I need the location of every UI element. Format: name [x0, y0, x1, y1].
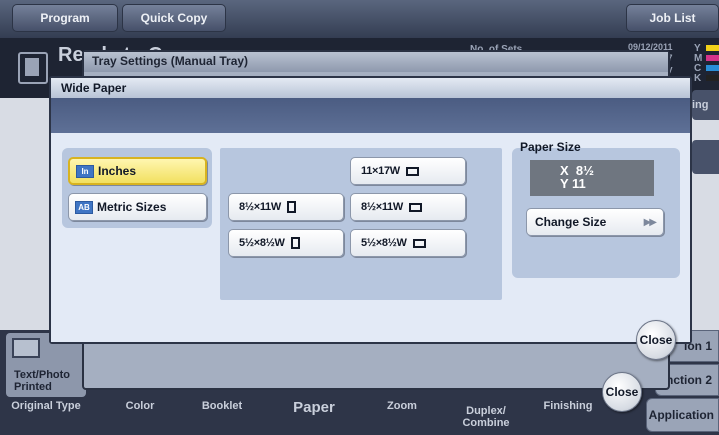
- program-button[interactable]: Program: [12, 4, 118, 32]
- metric-sizes-icon: AB: [75, 200, 93, 214]
- size-label: 5½×8½W: [239, 237, 285, 249]
- size-5-5x8-5w-portrait-button[interactable]: 5½×8½W: [228, 229, 344, 257]
- text-photo-icon: [12, 338, 40, 358]
- inches-icon: In: [76, 164, 94, 178]
- wide-paper-title: Wide Paper: [51, 78, 690, 98]
- paper-size-label: Paper Size: [520, 140, 581, 154]
- side-button-2[interactable]: [692, 140, 719, 174]
- toner-bar-m: [706, 55, 719, 61]
- landscape-icon: [405, 166, 419, 176]
- tab-booklet[interactable]: Booklet: [182, 400, 262, 435]
- portrait-icon: [286, 201, 296, 213]
- job-list-button[interactable]: Job List: [626, 4, 719, 32]
- inches-button[interactable]: In Inches: [68, 157, 207, 185]
- tray-settings-title: Tray Settings (Manual Tray): [84, 52, 668, 72]
- wide-paper-close-button[interactable]: Close: [636, 320, 676, 360]
- size-label: 8½×11W: [361, 201, 403, 213]
- side-setting-button[interactable]: ing: [692, 90, 719, 120]
- size-5-5x8-5w-landscape-button[interactable]: 5½×8½W: [350, 229, 466, 257]
- size-8-5x11w-landscape-button[interactable]: 8½×11W: [350, 193, 466, 221]
- toner-bar-k: [706, 75, 719, 81]
- toner-bar-y: [706, 45, 719, 51]
- portrait-icon: [290, 237, 300, 249]
- change-size-label: Change Size: [535, 215, 607, 229]
- tab-paper[interactable]: Paper: [274, 399, 354, 434]
- landscape-icon: [412, 238, 426, 248]
- tab-zoom[interactable]: Zoom: [362, 400, 442, 435]
- toner-labels: Y M C K: [694, 43, 703, 84]
- metric-sizes-button[interactable]: AB Metric Sizes: [68, 193, 207, 221]
- double-arrow-right-icon: ▶▶: [643, 216, 657, 228]
- change-size-button[interactable]: Change Size ▶▶: [526, 208, 664, 236]
- original-type-value: Text/Photo Printed: [14, 369, 71, 393]
- tab-original-type[interactable]: Original Type: [6, 400, 86, 435]
- toner-bar-c: [706, 65, 719, 71]
- document-icon: [18, 52, 48, 84]
- tray-settings-close-button[interactable]: Close: [602, 372, 642, 412]
- size-label: 8½×11W: [239, 201, 281, 213]
- metric-sizes-label: Metric Sizes: [97, 200, 167, 214]
- size-11x17w-landscape-button[interactable]: 11×17W: [350, 157, 466, 185]
- tab-color[interactable]: Color: [100, 400, 180, 435]
- quick-copy-button[interactable]: Quick Copy: [122, 4, 226, 32]
- application-button[interactable]: Application: [646, 398, 719, 432]
- dialog-nav-band: [51, 98, 690, 133]
- tab-finishing[interactable]: Finishing: [528, 400, 608, 435]
- tab-duplex-combine[interactable]: Duplex/ Combine: [446, 405, 526, 435]
- size-label: 5½×8½W: [361, 237, 407, 249]
- landscape-icon: [408, 202, 422, 212]
- size-8-5x11w-portrait-button[interactable]: 8½×11W: [228, 193, 344, 221]
- paper-size-value: X 8½ Y 11: [530, 160, 654, 196]
- inches-label: Inches: [98, 164, 137, 178]
- size-label: 11×17W: [361, 165, 400, 177]
